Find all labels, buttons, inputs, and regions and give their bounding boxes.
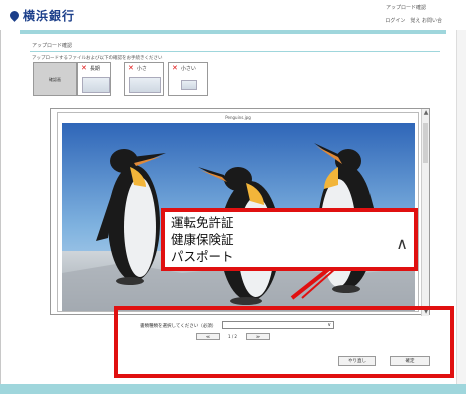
doc-type-select[interactable]: ∨ bbox=[222, 321, 334, 329]
confirm-button[interactable]: 確定 bbox=[390, 356, 430, 366]
title-divider bbox=[30, 51, 440, 52]
prev-page-button[interactable]: ≪ bbox=[196, 333, 220, 340]
bank-mark-icon bbox=[8, 9, 21, 22]
option-passport[interactable]: パスポート bbox=[171, 250, 234, 264]
file-thumbnail bbox=[181, 80, 197, 90]
file-name: Penguins.jpg bbox=[225, 115, 251, 120]
close-icon[interactable]: ✕ bbox=[128, 64, 134, 72]
option-health-insurance[interactable]: 健康保険証 bbox=[171, 233, 234, 247]
viewer-scrollbar[interactable]: ▲ ▼ bbox=[421, 109, 429, 316]
tab-label: 確認画 bbox=[49, 77, 61, 82]
close-icon[interactable]: ✕ bbox=[172, 64, 178, 72]
file-thumbnail bbox=[129, 77, 161, 93]
page-scrollbar[interactable] bbox=[456, 30, 466, 384]
tab-file-2[interactable]: ✕ 小さ bbox=[124, 62, 164, 96]
top-accent-bar bbox=[20, 30, 446, 34]
scroll-up-icon[interactable]: ▲ bbox=[422, 109, 430, 117]
header-links[interactable]: ログイン 覚え お問い合 bbox=[385, 17, 442, 24]
close-icon[interactable]: ✕ bbox=[81, 64, 87, 72]
instruction-text: アップロードするファイルおよび以下の確認をお手続きください bbox=[32, 56, 163, 61]
page-indicator: 1 / 2 bbox=[228, 334, 237, 339]
header: 横浜銀行 アップロード確認 ログイン 覚え お問い合 bbox=[0, 0, 466, 30]
option-drivers-license[interactable]: 運転免許証 bbox=[171, 216, 234, 230]
tab-file-3[interactable]: ✕ 小さい bbox=[168, 62, 208, 96]
tab-label: 小さ bbox=[136, 66, 147, 72]
bank-name: 横浜銀行 bbox=[23, 9, 76, 23]
page-title: アップロード確認 bbox=[32, 43, 73, 49]
bank-logo[interactable]: 横浜銀行 bbox=[8, 7, 76, 24]
chevron-up-icon[interactable]: ∧ bbox=[396, 234, 408, 253]
footer-bar bbox=[0, 384, 466, 394]
doc-type-label: 書類種類を選択してください（必須） bbox=[140, 324, 217, 329]
highlight-box bbox=[114, 306, 454, 378]
tab-file-1[interactable]: ✕ 長期 bbox=[77, 62, 111, 96]
tab-label: 長期 bbox=[89, 66, 100, 72]
scroll-thumb[interactable] bbox=[423, 123, 428, 163]
document-type-dropdown-zoom: 運転免許証 健康保険証 パスポート ∧ bbox=[161, 208, 418, 271]
file-thumbnail bbox=[82, 77, 110, 93]
redo-button[interactable]: やり直し bbox=[338, 356, 376, 366]
next-page-button[interactable]: ≫ bbox=[246, 333, 270, 340]
tab-label: 小さい bbox=[180, 66, 196, 72]
header-status: アップロード確認 bbox=[385, 5, 426, 11]
tab-confirm[interactable]: 確認画 bbox=[33, 62, 77, 96]
